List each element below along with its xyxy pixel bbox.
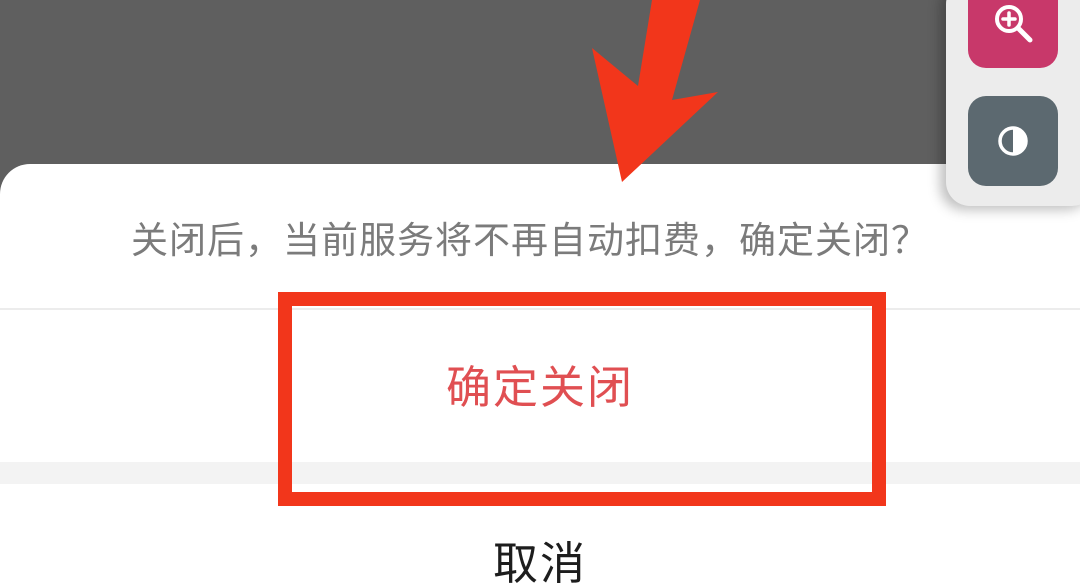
screen: 关闭后，当前服务将不再自动扣费，确定关闭？ 确定关闭 取消 (0, 0, 1080, 588)
dialog-message: 关闭后，当前服务将不再自动扣费，确定关闭？ (131, 219, 929, 262)
confirm-close-label[interactable]: 确定关闭 (0, 358, 1080, 418)
zoom-in-icon (995, 5, 1033, 43)
contrast-button[interactable] (968, 96, 1058, 186)
zoom-button[interactable] (968, 0, 1058, 68)
section-separator (0, 462, 1080, 484)
cancel-label[interactable]: 取消 (0, 534, 1080, 588)
contrast-icon (998, 126, 1028, 156)
